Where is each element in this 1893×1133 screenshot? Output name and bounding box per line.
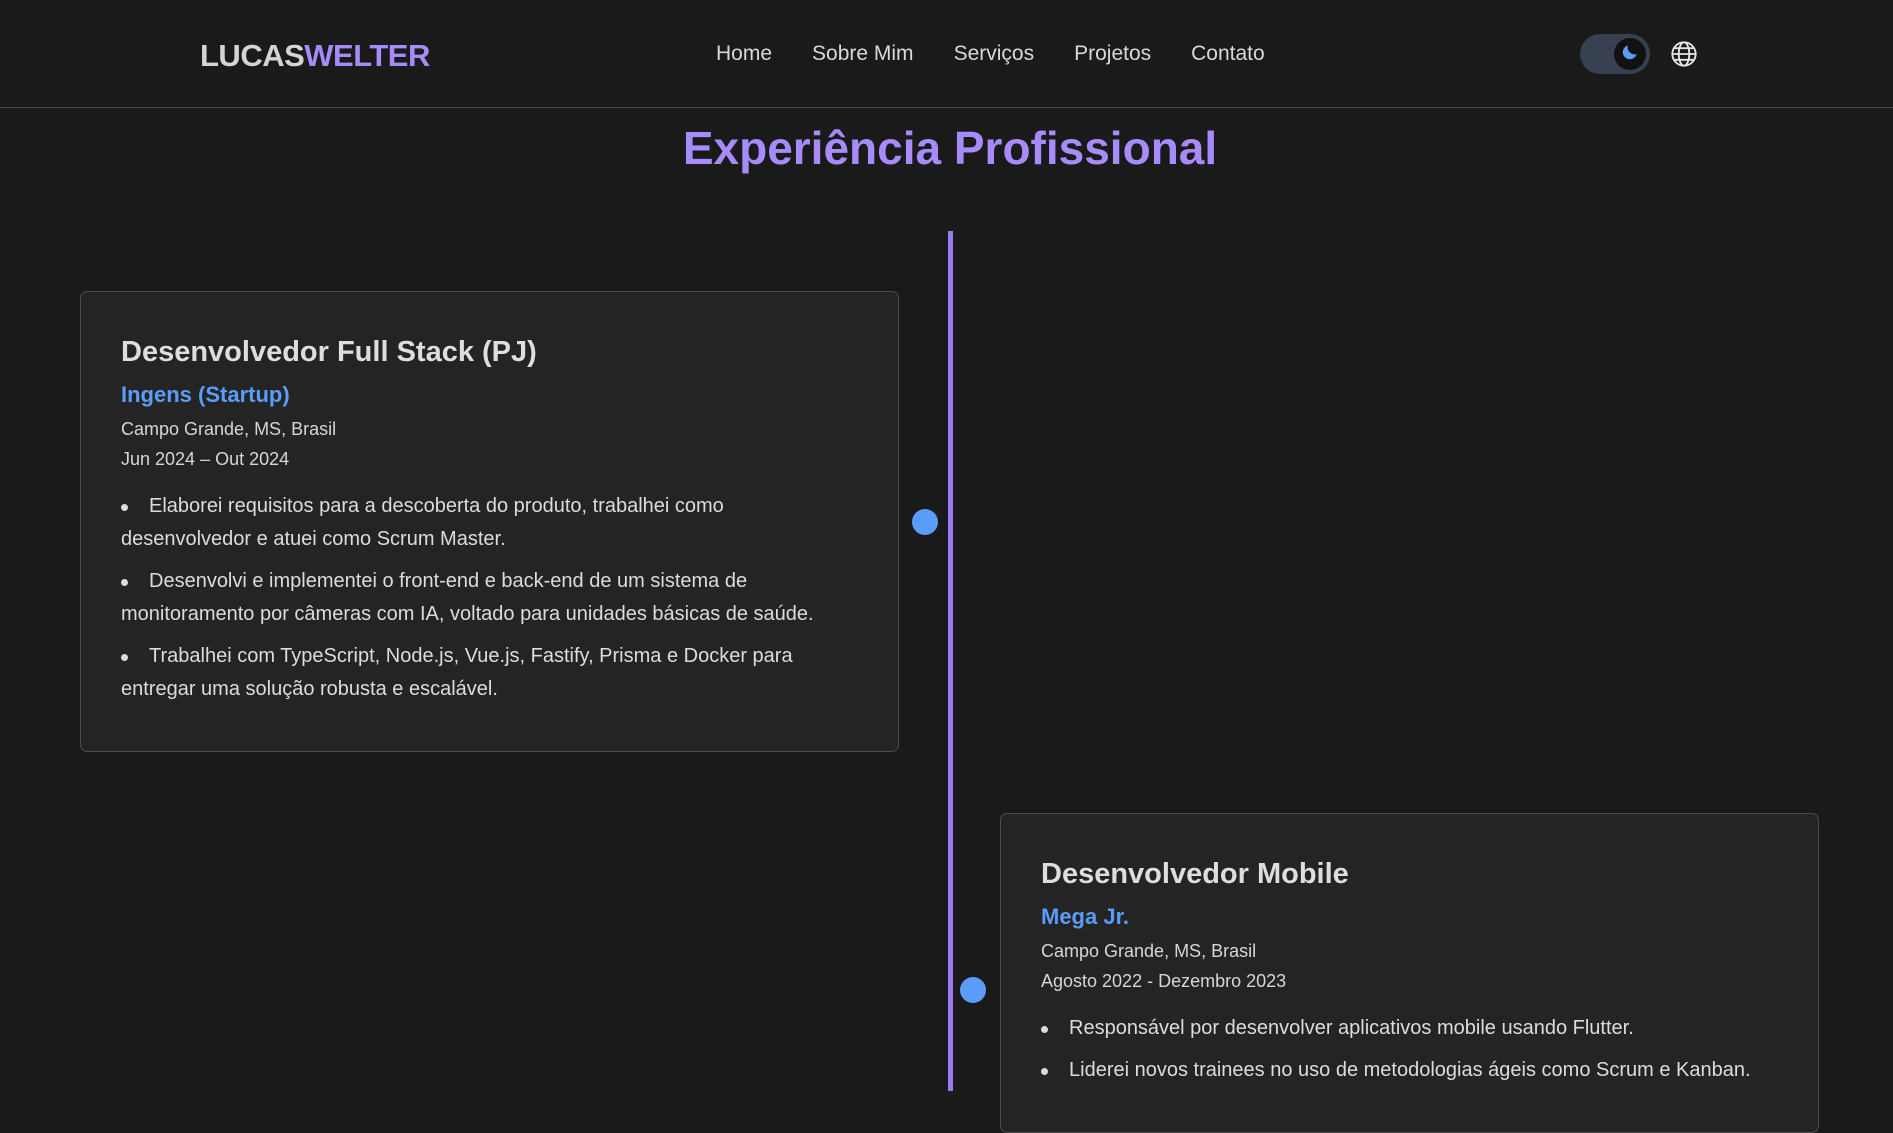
timeline-dot (960, 977, 986, 1003)
experience-card: Desenvolvedor Full Stack (PJ) Ingens (St… (80, 291, 899, 752)
timeline-line (948, 231, 953, 1091)
logo[interactable]: LUCASWELTER (200, 36, 430, 76)
experience-bullet: Desenvolvi e implementei o front-end e b… (121, 565, 858, 631)
theme-toggle[interactable] (1580, 34, 1650, 74)
site-header: LUCASWELTER Home Sobre Mim Serviços Proj… (0, 0, 1893, 108)
section-title: Experiência Profissional (682, 122, 1218, 174)
experience-bullets: Elaborei requisitos para a descoberta do… (121, 490, 858, 706)
moon-icon (1620, 42, 1640, 67)
experience-period: Jun 2024 – Out 2024 (121, 449, 290, 469)
experience-card: Desenvolvedor Mobile Mega Jr. Campo Gran… (1000, 813, 1819, 1133)
nav-home[interactable]: Home (716, 36, 772, 72)
nav-projetos[interactable]: Projetos (1074, 36, 1151, 72)
experience-bullets: Responsável por desenvolver aplicativos … (1041, 1012, 1778, 1087)
nav-contato[interactable]: Contato (1191, 36, 1265, 72)
experience-location: Campo Grande, MS, Brasil (121, 419, 337, 439)
experience-location: Campo Grande, MS, Brasil (1041, 941, 1257, 961)
experience-bullet: Responsável por desenvolver aplicativos … (1041, 1012, 1778, 1045)
experience-bullet: Trabalhei com TypeScript, Node.js, Vue.j… (121, 640, 858, 706)
language-button[interactable] (1670, 40, 1700, 70)
nav-sobre-mim[interactable]: Sobre Mim (812, 36, 914, 72)
experience-role: Desenvolvedor Mobile (1041, 858, 1349, 890)
experience-company: Mega Jr. (1041, 904, 1130, 929)
logo-first-name: LUCAS (200, 38, 305, 73)
experience-role: Desenvolvedor Full Stack (PJ) (121, 336, 537, 368)
experience-bullet: Liderei novos trainees no uso de metodol… (1041, 1054, 1778, 1087)
timeline-dot (912, 509, 938, 535)
experience-bullet: Elaborei requisitos para a descoberta do… (121, 490, 858, 556)
logo-last-name: WELTER (304, 38, 430, 73)
globe-icon (1670, 41, 1698, 72)
main-nav: Home Sobre Mim Serviços Projetos Contato (716, 36, 1305, 72)
experience-company: Ingens (Startup) (121, 382, 290, 407)
nav-servicos[interactable]: Serviços (954, 36, 1035, 72)
theme-toggle-knob (1614, 38, 1646, 70)
experience-period: Agosto 2022 - Dezembro 2023 (1041, 971, 1287, 991)
